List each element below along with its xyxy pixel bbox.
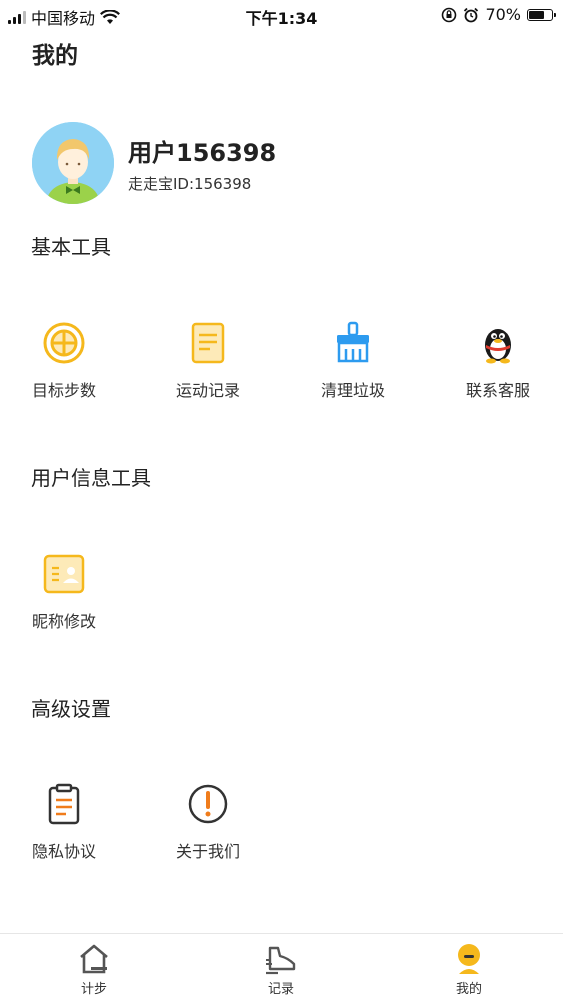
avatar[interactable] [32,122,114,204]
alarm-icon [464,7,479,22]
tool-contact-service[interactable]: 联系客服 [443,321,553,401]
battery-fill [529,10,544,19]
tool-label: 目标步数 [31,381,96,400]
battery-percent: 70% [485,5,521,24]
tool-exercise-record[interactable]: 运动记录 [153,321,263,401]
nav-item-records[interactable]: 记录 [226,942,336,997]
tool-label: 关于我们 [175,842,240,861]
avatar-illustration [32,122,114,204]
section-title-basic: 基本工具 [31,235,111,259]
person-icon [458,944,480,974]
id-card-icon [43,554,85,594]
rotation-lock-icon [442,7,457,22]
section-title-advanced: 高级设置 [31,697,111,721]
tool-label: 隐私协议 [31,842,96,861]
qq-penguin-icon [485,329,511,364]
status-right: 70% [441,5,556,24]
tool-privacy-policy[interactable]: 隐私协议 [9,782,119,862]
tool-label: 清理垃圾 [320,381,385,400]
user-id: 走走宝ID:156398 [128,175,252,193]
shoe-icon [266,946,296,975]
record-icon [191,322,225,364]
username: 用户156398 [128,139,277,167]
tool-edit-nickname[interactable]: 昵称修改 [9,552,119,632]
bottom-nav: 计步 记录 我的 [0,933,563,1000]
tool-label: 运动记录 [175,381,240,400]
broom-icon [337,321,369,363]
nav-label: 计步 [80,982,107,997]
tool-target-steps[interactable]: 目标步数 [9,321,119,401]
tool-clean-junk[interactable]: 清理垃圾 [298,321,408,401]
target-icon [43,322,85,364]
nav-label: 我的 [455,982,482,997]
nav-item-steps[interactable]: 计步 [39,942,149,997]
tool-label: 昵称修改 [31,612,96,631]
tool-about-us[interactable]: 关于我们 [153,782,263,862]
nav-item-mine[interactable]: 我的 [414,942,524,997]
clipboard-icon [48,783,80,825]
section-title-user-info: 用户信息工具 [31,466,151,490]
home-icon [80,944,108,974]
battery-icon [527,8,556,21]
tool-label: 联系客服 [465,381,530,400]
status-bar: 中国移动 下午1:34 70% [0,0,563,30]
page-title: 我的 [32,43,78,69]
exclamation-icon [188,784,228,824]
nav-label: 记录 [267,982,294,997]
